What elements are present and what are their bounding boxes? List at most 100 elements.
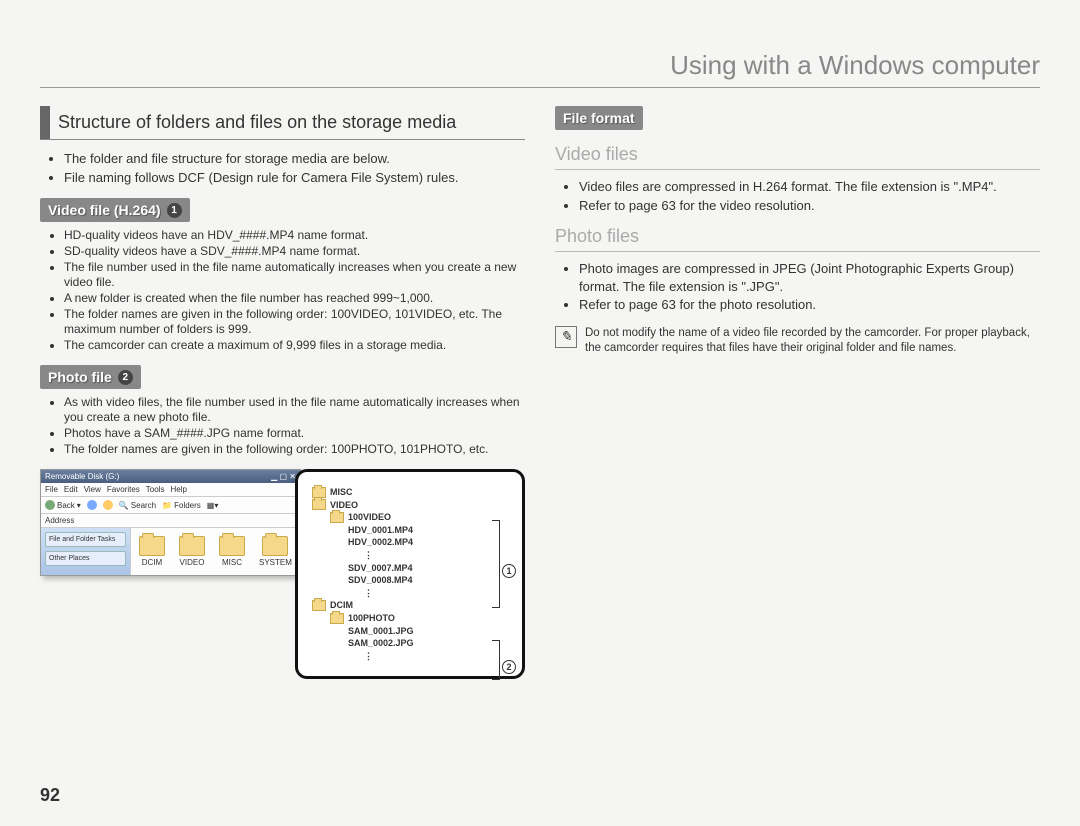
section-heading-structure: Structure of folders and files on the st… xyxy=(40,106,525,140)
photo-files-bullets: Photo images are compressed in JPEG (Joi… xyxy=(555,260,1040,314)
views-icon[interactable]: ▦▾ xyxy=(207,501,219,510)
up-icon[interactable] xyxy=(103,500,113,510)
photo-files-heading: Photo files xyxy=(555,226,1040,252)
tree-misc: MISC xyxy=(330,486,353,499)
heading-accent-bar xyxy=(40,106,50,139)
menu-tools[interactable]: Tools xyxy=(146,485,165,494)
folders-label: Folders xyxy=(174,501,201,510)
forward-icon[interactable] xyxy=(87,500,97,510)
tree-100photo: 100PHOTO xyxy=(348,612,395,625)
badge-1-icon: 1 xyxy=(167,203,182,218)
video-file-label: Video file (H.264) 1 xyxy=(40,198,190,222)
bracket-2 xyxy=(492,640,500,680)
folder-icon xyxy=(179,536,205,556)
back-button[interactable]: Back ▾ xyxy=(45,500,81,510)
tree-ellipsis: ⋮ xyxy=(364,650,373,663)
folder-misc[interactable]: MISC xyxy=(219,536,245,567)
bullet-item: The folder and file structure for storag… xyxy=(64,150,525,168)
menu-edit[interactable]: Edit xyxy=(64,485,78,494)
folder-icon xyxy=(330,613,344,624)
badge-2-icon: 2 xyxy=(118,370,133,385)
heading-text: Structure of folders and files on the st… xyxy=(50,106,464,139)
video-files-heading: Video files xyxy=(555,144,1040,170)
chapter-title: Using with a Windows computer xyxy=(40,50,1040,88)
address-label: Address xyxy=(45,516,74,525)
bullet-item: As with video files, the file number use… xyxy=(64,395,525,425)
folder-dcim[interactable]: DCIM xyxy=(139,536,165,567)
bullet-item: The file number used in the file name au… xyxy=(64,260,525,290)
intro-bullets: The folder and file structure for storag… xyxy=(40,150,525,186)
folder-icon xyxy=(262,536,288,556)
bullet-item: HD-quality videos have an HDV_####.MP4 n… xyxy=(64,228,525,243)
folder-tree-diagram: MISC VIDEO 100VIDEO HDV_0001.MP4 HDV_000… xyxy=(295,469,525,679)
bullet-item: Video files are compressed in H.264 form… xyxy=(579,178,1040,196)
tree-file: SAM_0002.JPG xyxy=(348,637,414,650)
note-icon: ✎ xyxy=(555,326,577,348)
search-label: Search xyxy=(131,501,156,510)
page-number: 92 xyxy=(40,785,60,806)
folder-label: DCIM xyxy=(142,558,162,567)
label-text: File format xyxy=(563,110,635,126)
folders-button[interactable]: 📁Folders xyxy=(162,501,201,510)
tree-ellipsis: ⋮ xyxy=(364,587,373,600)
note-text: Do not modify the name of a video file r… xyxy=(585,326,1040,356)
side-other: Other Places xyxy=(45,551,126,566)
bullet-item: Photo images are compressed in JPEG (Joi… xyxy=(579,260,1040,295)
callout-2-icon: 2 xyxy=(502,660,516,674)
bullet-item: A new folder is created when the file nu… xyxy=(64,291,525,306)
label-text: Video file (H.264) xyxy=(48,202,161,218)
right-column: File format Video files Video files are … xyxy=(555,106,1040,679)
back-icon xyxy=(45,500,55,510)
photo-file-label: Photo file 2 xyxy=(40,365,141,389)
explorer-main: DCIM VIDEO MISC SYSTEM xyxy=(131,528,300,575)
folder-icon xyxy=(312,600,326,611)
bullet-item: SD-quality videos have a SDV_####.MP4 na… xyxy=(64,244,525,259)
bullet-item: The camcorder can create a maximum of 9,… xyxy=(64,338,525,353)
search-icon: 🔍 xyxy=(119,501,129,510)
explorer-sidebar: File and Folder Tasks Other Places xyxy=(41,528,131,575)
explorer-title: Removable Disk (G:) xyxy=(45,472,119,481)
figure-area: Removable Disk (G:) ▁ ▢ ✕ File Edit View… xyxy=(40,469,525,679)
bracket-1 xyxy=(492,520,500,608)
folder-system[interactable]: SYSTEM xyxy=(259,536,292,567)
bullet-item: Refer to page 63 for the video resolutio… xyxy=(579,197,1040,215)
video-bullets: HD-quality videos have an HDV_####.MP4 n… xyxy=(40,228,525,353)
tree-100video: 100VIDEO xyxy=(348,511,391,524)
side-tasks: File and Folder Tasks xyxy=(45,532,126,547)
menu-help[interactable]: Help xyxy=(170,485,186,494)
menu-view[interactable]: View xyxy=(84,485,101,494)
tree-file: SDV_0007.MP4 xyxy=(348,562,413,575)
window-controls-icon: ▁ ▢ ✕ xyxy=(271,472,296,481)
bullet-item: Refer to page 63 for the photo resolutio… xyxy=(579,296,1040,314)
bullet-item: File naming follows DCF (Design rule for… xyxy=(64,169,525,187)
label-text: Photo file xyxy=(48,369,112,385)
tree-file: SDV_0008.MP4 xyxy=(348,574,413,587)
folder-label: SYSTEM xyxy=(259,558,292,567)
back-label: Back xyxy=(57,501,75,510)
explorer-addressbar: Address xyxy=(41,514,300,528)
explorer-titlebar: Removable Disk (G:) ▁ ▢ ✕ xyxy=(41,470,300,483)
tree-file: SAM_0001.JPG xyxy=(348,625,414,638)
folder-video[interactable]: VIDEO xyxy=(179,536,205,567)
tree-file: HDV_0002.MP4 xyxy=(348,536,413,549)
menu-file[interactable]: File xyxy=(45,485,58,494)
folder-label: VIDEO xyxy=(180,558,205,567)
menu-favorites[interactable]: Favorites xyxy=(107,485,140,494)
folder-icon xyxy=(139,536,165,556)
folders-icon: 📁 xyxy=(162,501,172,510)
search-button[interactable]: 🔍Search xyxy=(119,501,156,510)
folder-icon xyxy=(219,536,245,556)
folder-icon xyxy=(312,499,326,510)
bullet-item: Photos have a SAM_####.JPG name format. xyxy=(64,426,525,441)
folder-icon xyxy=(312,487,326,498)
callout-1-icon: 1 xyxy=(502,564,516,578)
bullet-item: The folder names are given in the follow… xyxy=(64,442,525,457)
explorer-toolbar: Back ▾ 🔍Search 📁Folders ▦▾ xyxy=(41,497,300,514)
file-format-label: File format xyxy=(555,106,643,130)
left-column: Structure of folders and files on the st… xyxy=(40,106,525,679)
explorer-menubar: File Edit View Favorites Tools Help xyxy=(41,483,300,497)
photo-bullets: As with video files, the file number use… xyxy=(40,395,525,457)
explorer-window: Removable Disk (G:) ▁ ▢ ✕ File Edit View… xyxy=(40,469,301,576)
video-files-bullets: Video files are compressed in H.264 form… xyxy=(555,178,1040,214)
tree-ellipsis: ⋮ xyxy=(364,549,373,562)
